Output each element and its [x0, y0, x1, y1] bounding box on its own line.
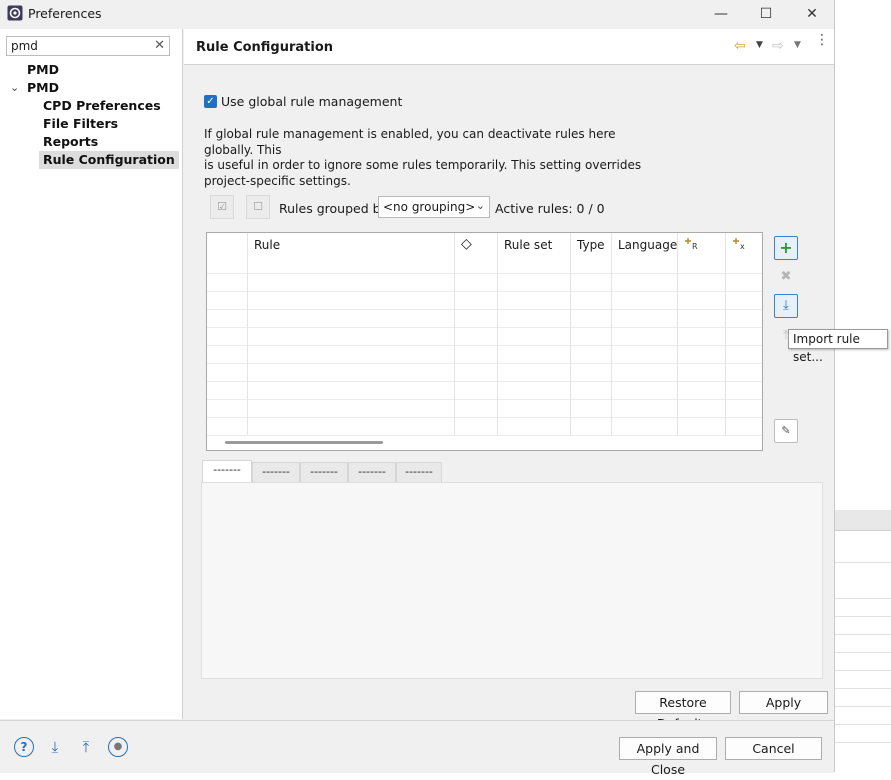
page-title: Rule Configuration	[196, 40, 334, 55]
tree-item-pmd[interactable]: PMD	[23, 79, 63, 97]
window-title: Preferences	[28, 6, 102, 21]
restore-defaults-button[interactable]: Restore Defaults	[635, 691, 731, 731]
column-header-type[interactable]: Type	[571, 233, 612, 273]
back-arrow-icon[interactable]: ⇦	[734, 38, 746, 54]
title-bar: Preferences — ☐ ✕	[0, 0, 834, 28]
filter-input-value: pmd	[11, 39, 38, 53]
grouped-by-label: Rules grouped by	[279, 201, 388, 216]
remove-rule-icon[interactable]: ✖	[774, 266, 798, 290]
export-preferences-icon[interactable]: ⤒	[76, 737, 96, 757]
help-icon[interactable]: ?	[14, 737, 34, 757]
grouping-select-value: <no grouping>	[383, 200, 476, 214]
apply-and-close-button[interactable]: Apply and Close	[619, 737, 717, 777]
minimize-button[interactable]: —	[698, 0, 744, 28]
view-menu-icon[interactable]: ⋮	[815, 33, 829, 47]
tree-item-file-filters[interactable]: File Filters	[39, 115, 122, 133]
rules-table[interactable]: Rule ◇ Rule set Type Language R x	[206, 232, 763, 451]
column-header-check[interactable]	[207, 233, 248, 273]
preferences-window: Preferences — ☐ ✕ pmd ✕ PMD ⌄ PMD CPD Pr…	[0, 0, 888, 777]
forward-arrow-icon[interactable]: ⇨	[772, 38, 784, 54]
import-rule-set-tooltip: Import rule set...	[788, 329, 888, 364]
column-header-rule[interactable]: Rule	[248, 233, 455, 273]
tree-item-rule-configuration[interactable]: Rule Configuration	[39, 151, 179, 169]
column-header-language[interactable]: Language	[612, 233, 678, 273]
page-header: Rule Configuration ⇦ ▼ ⇨ ▼ ⋮	[184, 29, 834, 65]
tab-1[interactable]: -------	[202, 460, 252, 483]
column-header-priority-icon[interactable]: ◇	[455, 233, 498, 273]
column-header-rule-exclude-icon[interactable]: x	[726, 233, 762, 273]
tree-item-cpd-preferences[interactable]: CPD Preferences	[39, 97, 165, 115]
column-header-rule-set[interactable]: Rule set	[498, 233, 571, 273]
tab-4[interactable]: -------	[348, 462, 396, 483]
maximize-button[interactable]: ☐	[743, 0, 789, 28]
horizontal-scrollbar[interactable]	[225, 441, 383, 444]
filter-input[interactable]: pmd ✕	[6, 36, 170, 56]
cancel-button[interactable]: Cancel	[725, 737, 822, 760]
tab-3[interactable]: -------	[300, 462, 348, 483]
grouping-select[interactable]: <no grouping> ⌄	[378, 196, 490, 218]
active-rules-count: Active rules: 0 / 0	[495, 201, 605, 216]
import-preferences-icon[interactable]: ⤓	[45, 737, 65, 757]
background-window	[835, 0, 891, 772]
preferences-tree-pane: pmd ✕ PMD ⌄ PMD CPD Preferences File Fil…	[0, 29, 183, 719]
chevron-down-icon[interactable]: ⌄	[10, 81, 19, 94]
check-all-icon[interactable]: ☑	[210, 195, 234, 219]
back-dropdown-icon[interactable]: ▼	[756, 40, 763, 50]
svg-text:R: R	[692, 242, 698, 250]
dialog-button-bar: ? ⤓ ⤒ ● Apply and Close Cancel	[0, 720, 834, 777]
chevron-down-icon: ⌄	[475, 199, 485, 212]
svg-text:x: x	[740, 242, 745, 250]
forward-dropdown-icon[interactable]: ▼	[794, 40, 801, 50]
add-rule-icon[interactable]: +	[774, 236, 798, 260]
uncheck-all-icon[interactable]: ☐	[246, 195, 270, 219]
column-header-rule-reference-icon[interactable]: R	[678, 233, 726, 273]
global-rule-management-checkbox[interactable]: ✓	[204, 95, 217, 108]
rule-configuration-page: ✓ Use global rule management If global r…	[184, 65, 888, 731]
description-text: If global rule management is enabled, yo…	[204, 127, 642, 188]
tree-item-pmd-root[interactable]: PMD	[23, 61, 63, 79]
record-icon[interactable]: ●	[108, 737, 128, 757]
edit-rule-icon[interactable]: ✎	[774, 419, 798, 443]
tab-panel	[201, 482, 823, 679]
background-toolbar	[835, 510, 891, 531]
eclipse-app-icon	[7, 5, 23, 21]
tab-2[interactable]: -------	[252, 462, 300, 483]
tab-5[interactable]: -------	[396, 462, 442, 483]
import-rule-set-icon[interactable]: ⤓	[774, 294, 798, 318]
close-button[interactable]: ✕	[789, 0, 835, 28]
clear-filter-icon[interactable]: ✕	[154, 38, 165, 53]
apply-button[interactable]: Apply	[739, 691, 828, 714]
tree-item-reports[interactable]: Reports	[39, 133, 102, 151]
global-rule-management-label[interactable]: Use global rule management	[221, 94, 402, 109]
